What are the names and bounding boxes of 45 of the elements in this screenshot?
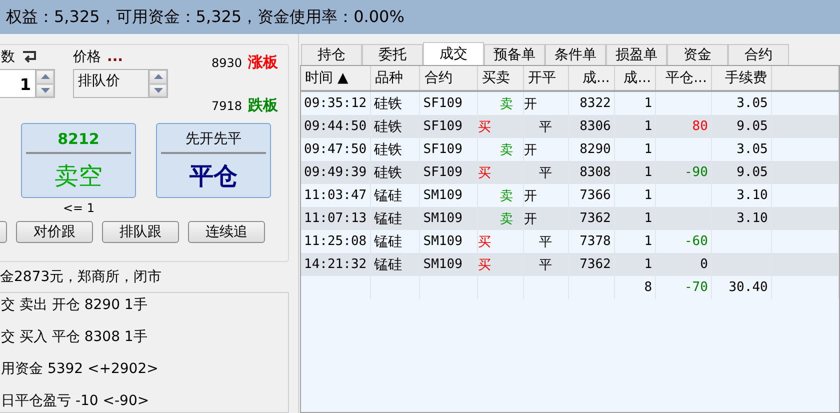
total-cell: 8	[614, 276, 656, 299]
column-header[interactable]: 成...	[614, 66, 656, 91]
contract-status: 金2873元，郑商所，闭市	[0, 268, 163, 287]
tab[interactable]: 合约	[728, 44, 789, 65]
limit-down-label: 跌板	[248, 96, 278, 115]
limit-up-label: 涨板	[248, 53, 278, 72]
limit-up-price: 8930	[211, 56, 242, 70]
follow-button[interactable]: 排队跟	[102, 221, 179, 243]
column-header[interactable]: 平仓...	[656, 66, 712, 91]
tab[interactable]: 持仓	[301, 44, 362, 65]
follow-button[interactable]: 对价跟	[16, 221, 93, 243]
up-arrow-icon[interactable]	[154, 74, 162, 80]
up-arrow-icon[interactable]	[40, 74, 50, 80]
total-cell: 30.40	[711, 276, 772, 299]
column-header[interactable]: 品种	[370, 66, 420, 91]
column-header[interactable]: 成...	[568, 66, 614, 91]
price-more-button[interactable]: ...	[107, 49, 123, 65]
max-quantity-hint: <= 1	[63, 201, 95, 215]
log-line: 交 卖出 开仓 8290 1手	[1, 296, 148, 315]
column-header[interactable]: 手续费	[711, 66, 772, 91]
quantity-field[interactable]: 1	[0, 69, 55, 98]
quantity-label: 数	[1, 48, 15, 66]
tab[interactable]: 资金	[667, 44, 728, 65]
close-position-button[interactable]: 先开先平 平仓	[156, 123, 271, 198]
tab[interactable]: 损盈单	[606, 44, 667, 65]
log-line: 用资金 5392 <+2902>	[1, 360, 160, 379]
log-line: 日平仓盈亏 -10 <-90>	[1, 392, 150, 411]
column-header[interactable]: 合约	[420, 66, 478, 91]
column-header[interactable]: 开平	[523, 66, 569, 91]
tab[interactable]: 条件单	[545, 44, 606, 65]
return-icon[interactable]	[21, 50, 37, 64]
tab[interactable]: 委托	[362, 44, 423, 65]
log-line: 交 买入 平仓 8308 1手	[1, 328, 148, 347]
tab[interactable]: 成交	[423, 42, 484, 65]
total-cell: -70	[656, 276, 712, 299]
down-arrow-icon[interactable]	[154, 88, 162, 93]
price-label: 价格	[73, 48, 101, 66]
limit-down-price: 7918	[211, 98, 242, 112]
column-header[interactable]: 时间 ▲	[301, 66, 371, 91]
tab[interactable]: 预备单	[484, 44, 545, 65]
down-arrow-icon[interactable]	[40, 88, 50, 93]
price-type-field[interactable]: 排队价	[73, 69, 168, 98]
follow-button[interactable]: 连续追	[188, 221, 265, 243]
account-summary: 权益：5,325，可用资金：5,325，资金使用率：0.00%	[0, 0, 840, 34]
column-header[interactable]: 买卖	[477, 66, 524, 91]
